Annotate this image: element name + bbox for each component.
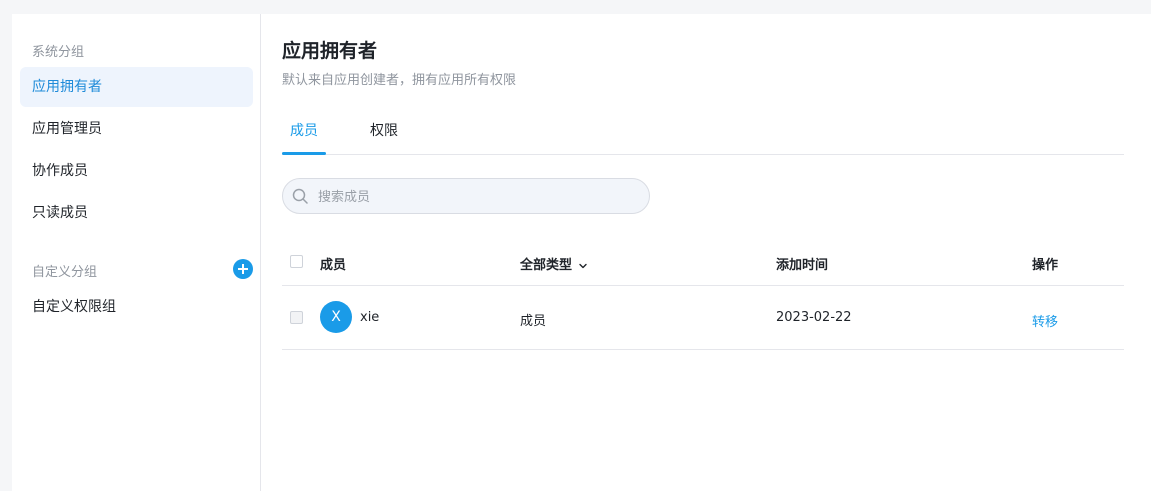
chevron-down-icon[interactable] xyxy=(578,261,588,271)
system-group-title: 系统分组 xyxy=(32,45,85,60)
sidebar-item-app-owner[interactable]: 应用拥有者 xyxy=(20,67,253,107)
column-header-actions: 操作 xyxy=(1032,258,1059,273)
member-name: xie xyxy=(360,310,380,325)
page-subtitle: 默认来自应用创建者，拥有应用所有权限 xyxy=(282,73,517,88)
select-all-checkbox[interactable] xyxy=(290,255,303,268)
transfer-link[interactable]: 转移 xyxy=(1032,311,1058,330)
active-tab-indicator xyxy=(282,152,326,155)
sidebar: 系统分组 应用拥有者 应用管理员 协作成员 只读成员 自定义分组 自定义权限组 xyxy=(12,14,261,491)
column-header-type-filter[interactable]: 全部类型 xyxy=(520,254,588,273)
tab-bar: 成员 权限 xyxy=(282,110,1124,155)
tab-permissions[interactable]: 权限 xyxy=(370,120,398,140)
member-type: 成员 xyxy=(520,314,547,329)
page-title: 应用拥有者 xyxy=(282,40,378,62)
main-panel: 应用拥有者 默认来自应用创建者，拥有应用所有权限 成员 权限 成员 全部类型 添… xyxy=(282,14,1124,491)
search-box[interactable] xyxy=(282,178,650,215)
table-header-row: 成员 全部类型 添加时间 操作 xyxy=(282,238,1124,286)
type-filter-label: 全部类型 xyxy=(520,258,573,273)
custom-group-title: 自定义分组 xyxy=(32,265,98,280)
sidebar-item-custom-permission-group[interactable]: 自定义权限组 xyxy=(20,287,253,327)
add-icon[interactable] xyxy=(233,259,253,279)
row-checkbox[interactable] xyxy=(290,311,303,324)
avatar: X xyxy=(320,301,352,333)
column-header-member: 成员 xyxy=(320,258,347,273)
column-header-added-time: 添加时间 xyxy=(776,258,829,273)
member-added-date: 2023-02-22 xyxy=(776,310,852,325)
sidebar-item-app-admin[interactable]: 应用管理员 xyxy=(20,109,253,149)
members-table: 成员 全部类型 添加时间 操作 X xie 成员 2023-02-22 转移 xyxy=(282,238,1124,350)
search-icon xyxy=(292,188,308,204)
sidebar-item-read-only[interactable]: 只读成员 xyxy=(20,193,253,233)
app-window: 系统分组 应用拥有者 应用管理员 协作成员 只读成员 自定义分组 自定义权限组 … xyxy=(12,14,1151,491)
tab-members[interactable]: 成员 xyxy=(290,120,318,140)
sidebar-item-collaborator[interactable]: 协作成员 xyxy=(20,151,253,191)
search-input[interactable] xyxy=(316,179,640,215)
table-row: X xie 成员 2023-02-22 转移 xyxy=(282,286,1124,350)
